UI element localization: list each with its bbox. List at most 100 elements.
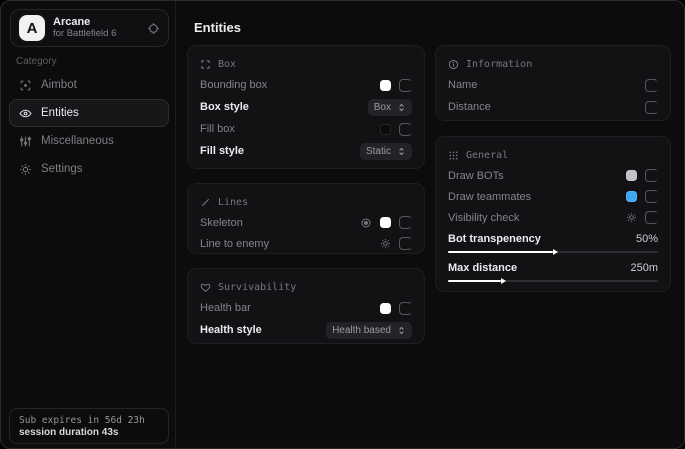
color-swatch[interactable] bbox=[626, 191, 637, 202]
max-distance-slider[interactable] bbox=[448, 280, 658, 282]
gear-icon bbox=[19, 163, 32, 176]
fill-box-checkbox[interactable] bbox=[399, 123, 412, 136]
box-icon bbox=[200, 59, 211, 70]
row-label: Name bbox=[448, 79, 477, 91]
lines-section-header: Lines bbox=[200, 192, 412, 212]
fill-style-dropdown[interactable]: Static bbox=[360, 143, 412, 160]
draw-teammates-row: Draw teammates bbox=[448, 186, 658, 207]
app-subtitle: for Battlefield 6 bbox=[53, 29, 139, 40]
unfold-icon bbox=[397, 147, 406, 156]
row-label: Bot transpenency bbox=[448, 233, 541, 245]
gear-icon[interactable] bbox=[380, 238, 391, 249]
box-style-dropdown[interactable]: Box bbox=[368, 99, 412, 116]
row-label: Skeleton bbox=[200, 217, 243, 229]
color-swatch[interactable] bbox=[380, 303, 391, 314]
color-swatch[interactable] bbox=[380, 124, 391, 135]
section-title: Box bbox=[218, 59, 236, 70]
color-swatch[interactable] bbox=[380, 217, 391, 228]
health-bar-row: Health bar bbox=[200, 297, 412, 319]
dropdown-value: Box bbox=[374, 102, 391, 113]
information-section-header: Information bbox=[448, 54, 658, 74]
survivability-section: Survivability Health bar Health style He… bbox=[187, 268, 425, 344]
row-label: Fill style bbox=[200, 145, 244, 157]
bot-transparency-group: Bot transpenency 50% bbox=[448, 230, 658, 253]
row-label: Health bar bbox=[200, 302, 251, 314]
dropdown-value: Health based bbox=[332, 325, 391, 336]
unfold-icon bbox=[397, 103, 406, 112]
skeleton-checkbox[interactable] bbox=[399, 216, 412, 229]
visibility-check-row: Visibility check bbox=[448, 207, 658, 228]
sidebar-item-label: Settings bbox=[41, 163, 83, 175]
subscription-info: Sub expires in 56d 23h session duration … bbox=[9, 408, 169, 444]
gear-icon[interactable] bbox=[626, 212, 637, 223]
row-label: Health style bbox=[200, 324, 262, 336]
section-title: Survivability bbox=[218, 282, 296, 293]
color-swatch[interactable] bbox=[626, 170, 637, 181]
health-style-row: Health style Health based bbox=[200, 319, 412, 341]
draw-bots-checkbox[interactable] bbox=[645, 169, 658, 182]
bot-transparency-slider[interactable] bbox=[448, 251, 658, 253]
name-checkbox[interactable] bbox=[645, 79, 658, 92]
heart-icon bbox=[200, 282, 211, 293]
bot-transparency-value: 50% bbox=[636, 233, 658, 245]
main-panel: Entities Box Bounding box Box style bbox=[176, 1, 684, 448]
distance-checkbox[interactable] bbox=[645, 101, 658, 114]
row-label: Line to enemy bbox=[200, 238, 269, 250]
sidebar: A Arcane for Battlefield 6 Category Aimb… bbox=[1, 1, 176, 448]
skeleton-row: Skeleton bbox=[200, 212, 412, 233]
aimbot-crosshair-icon bbox=[19, 79, 32, 92]
lines-section: Lines Skeleton Line to enemy bbox=[187, 183, 425, 254]
color-swatch[interactable] bbox=[380, 80, 391, 91]
sliders-icon bbox=[19, 135, 32, 148]
sidebar-item-miscellaneous[interactable]: Miscellaneous bbox=[9, 127, 169, 155]
row-label: Bounding box bbox=[200, 79, 267, 91]
sidebar-item-label: Entities bbox=[41, 107, 79, 119]
dropdown-value: Static bbox=[366, 146, 391, 157]
slider-fill[interactable] bbox=[448, 251, 553, 253]
max-distance-value: 250m bbox=[630, 262, 658, 274]
sidebar-item-entities[interactable]: Entities bbox=[9, 99, 169, 127]
visibility-check-checkbox[interactable] bbox=[645, 211, 658, 224]
sub-expiry-text: Sub expires in 56d 23h bbox=[19, 415, 159, 426]
row-label: Draw BOTs bbox=[448, 170, 504, 182]
app-header: A Arcane for Battlefield 6 bbox=[10, 9, 169, 47]
app-logo: A bbox=[19, 15, 45, 41]
health-style-dropdown[interactable]: Health based bbox=[326, 322, 412, 339]
sidebar-item-settings[interactable]: Settings bbox=[9, 155, 169, 183]
app-name: Arcane bbox=[53, 16, 139, 29]
section-title: General bbox=[466, 150, 508, 161]
general-section: General Draw BOTs Draw teammates Visibil… bbox=[435, 136, 671, 292]
session-duration-text: session duration 43s bbox=[19, 427, 159, 438]
bounding-box-checkbox[interactable] bbox=[399, 79, 412, 92]
app-window: A Arcane for Battlefield 6 Category Aimb… bbox=[0, 0, 685, 449]
name-row: Name bbox=[448, 74, 658, 96]
fill-style-row: Fill style Static bbox=[200, 140, 412, 162]
box-section-header: Box bbox=[200, 54, 412, 74]
draw-bots-row: Draw BOTs bbox=[448, 165, 658, 186]
information-section: Information Name Distance bbox=[435, 45, 671, 121]
crosshair-icon[interactable] bbox=[147, 22, 160, 35]
bot-transparency-row: Bot transpenency 50% bbox=[448, 230, 658, 248]
entities-eye-icon bbox=[19, 107, 32, 120]
line-to-enemy-row: Line to enemy bbox=[200, 233, 412, 254]
health-bar-checkbox[interactable] bbox=[399, 302, 412, 315]
grid-icon bbox=[448, 150, 459, 161]
row-label: Box style bbox=[200, 101, 249, 113]
sidebar-item-aimbot[interactable]: Aimbot bbox=[9, 71, 169, 99]
section-title: Information bbox=[466, 59, 532, 70]
diagonal-line-icon bbox=[200, 197, 211, 208]
app-title-block: Arcane for Battlefield 6 bbox=[53, 16, 139, 40]
distance-row: Distance bbox=[448, 96, 658, 118]
line-to-enemy-checkbox[interactable] bbox=[399, 237, 412, 250]
bounding-box-row: Bounding box bbox=[200, 74, 412, 96]
target-icon[interactable] bbox=[360, 217, 372, 229]
box-section: Box Bounding box Box style Box bbox=[187, 45, 425, 169]
row-label: Distance bbox=[448, 101, 491, 113]
sidebar-nav: Aimbot Entities Miscellaneous bbox=[9, 71, 169, 183]
slider-fill[interactable] bbox=[448, 280, 501, 282]
unfold-icon bbox=[397, 326, 406, 335]
section-title: Lines bbox=[218, 197, 248, 208]
max-distance-row: Max distance 250m bbox=[448, 259, 658, 277]
draw-teammates-checkbox[interactable] bbox=[645, 190, 658, 203]
sidebar-item-label: Aimbot bbox=[41, 79, 77, 91]
